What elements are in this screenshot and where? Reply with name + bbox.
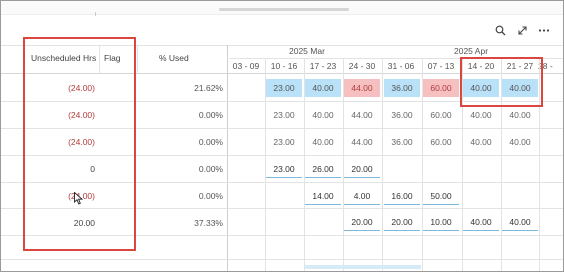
strip-divider bbox=[95, 12, 96, 16]
percent-used: 0.00% bbox=[198, 191, 223, 201]
hours-cell[interactable]: 40.00 bbox=[502, 106, 538, 124]
hours-cell[interactable]: 40.00 bbox=[463, 106, 499, 124]
top-scroll-strip bbox=[1, 1, 563, 16]
annotation-box-right bbox=[460, 57, 543, 107]
percent-used: 0.00% bbox=[198, 110, 223, 120]
hours-cell[interactable]: 10.00 bbox=[423, 213, 459, 231]
hours-cell[interactable]: 4.00 bbox=[344, 187, 380, 205]
hours-cell[interactable]: 40.00 bbox=[305, 133, 341, 151]
week-label: 07 - 13 bbox=[427, 61, 455, 71]
percent-used: 0.00% bbox=[198, 164, 223, 174]
hours-cell[interactable]: 14.00 bbox=[305, 187, 341, 205]
percent-used: 0.00% bbox=[198, 137, 223, 147]
col-header-used[interactable]: % Used bbox=[159, 53, 189, 63]
week-label: 31 - 06 bbox=[387, 61, 415, 71]
hours-cell[interactable]: 44.00 bbox=[344, 133, 380, 151]
week-gridline bbox=[382, 58, 383, 271]
drag-handle[interactable] bbox=[219, 8, 349, 11]
hours-cell[interactable]: 20.00 bbox=[384, 213, 420, 231]
percent-used: 21.62% bbox=[194, 83, 223, 93]
frozen-divider bbox=[227, 45, 228, 271]
hours-cell[interactable]: 40.00 bbox=[463, 133, 499, 151]
col-divider bbox=[137, 45, 138, 73]
grid-panel: Unscheduled Hrs Flag % Used 2025 Mar 202… bbox=[0, 0, 564, 272]
hours-cell[interactable]: 40.00 bbox=[502, 213, 538, 231]
scroll-indicator[interactable] bbox=[305, 265, 421, 269]
expand-icon[interactable] bbox=[515, 25, 529, 39]
hours-cell[interactable]: 36.00 bbox=[384, 106, 420, 124]
hours-cell[interactable]: 20.00 bbox=[344, 160, 380, 178]
week-label: 17 - 23 bbox=[309, 61, 337, 71]
hours-cell[interactable]: 26.00 bbox=[305, 160, 341, 178]
hours-cell[interactable]: 16.00 bbox=[384, 187, 420, 205]
month-label: 2025 Apr bbox=[454, 46, 489, 56]
hours-cell[interactable]: 50.00 bbox=[423, 187, 459, 205]
hours-cell[interactable]: 40.00 bbox=[502, 133, 538, 151]
hours-cell[interactable]: 44.00 bbox=[344, 106, 380, 124]
hours-cell[interactable]: 36.00 bbox=[384, 79, 420, 97]
percent-used: 37.33% bbox=[194, 218, 223, 228]
hours-cell[interactable]: 23.00 bbox=[266, 106, 302, 124]
row-divider bbox=[1, 259, 563, 260]
hours-cell[interactable]: 23.00 bbox=[266, 79, 302, 97]
hours-cell[interactable]: 60.00 bbox=[423, 106, 459, 124]
hours-cell[interactable]: 60.00 bbox=[423, 79, 459, 97]
more-icon[interactable] bbox=[537, 25, 551, 39]
hours-cell[interactable]: 40.00 bbox=[305, 79, 341, 97]
hours-cell[interactable]: 40.00 bbox=[463, 213, 499, 231]
hours-cell[interactable]: 60.00 bbox=[423, 133, 459, 151]
hours-cell[interactable]: 23.00 bbox=[266, 133, 302, 151]
hours-cell[interactable]: 20.00 bbox=[344, 213, 380, 231]
hours-cell[interactable]: 44.00 bbox=[344, 79, 380, 97]
annotation-box-left bbox=[23, 37, 136, 251]
week-label: 10 - 16 bbox=[270, 61, 298, 71]
week-label: 24 - 30 bbox=[348, 61, 376, 71]
month-label: 2025 Mar bbox=[289, 46, 325, 56]
hours-cell[interactable]: 36.00 bbox=[384, 133, 420, 151]
search-icon[interactable] bbox=[493, 25, 507, 39]
week-label: 03 - 09 bbox=[232, 61, 260, 71]
hours-cell[interactable]: 23.00 bbox=[266, 160, 302, 178]
hours-cell[interactable]: 40.00 bbox=[305, 106, 341, 124]
